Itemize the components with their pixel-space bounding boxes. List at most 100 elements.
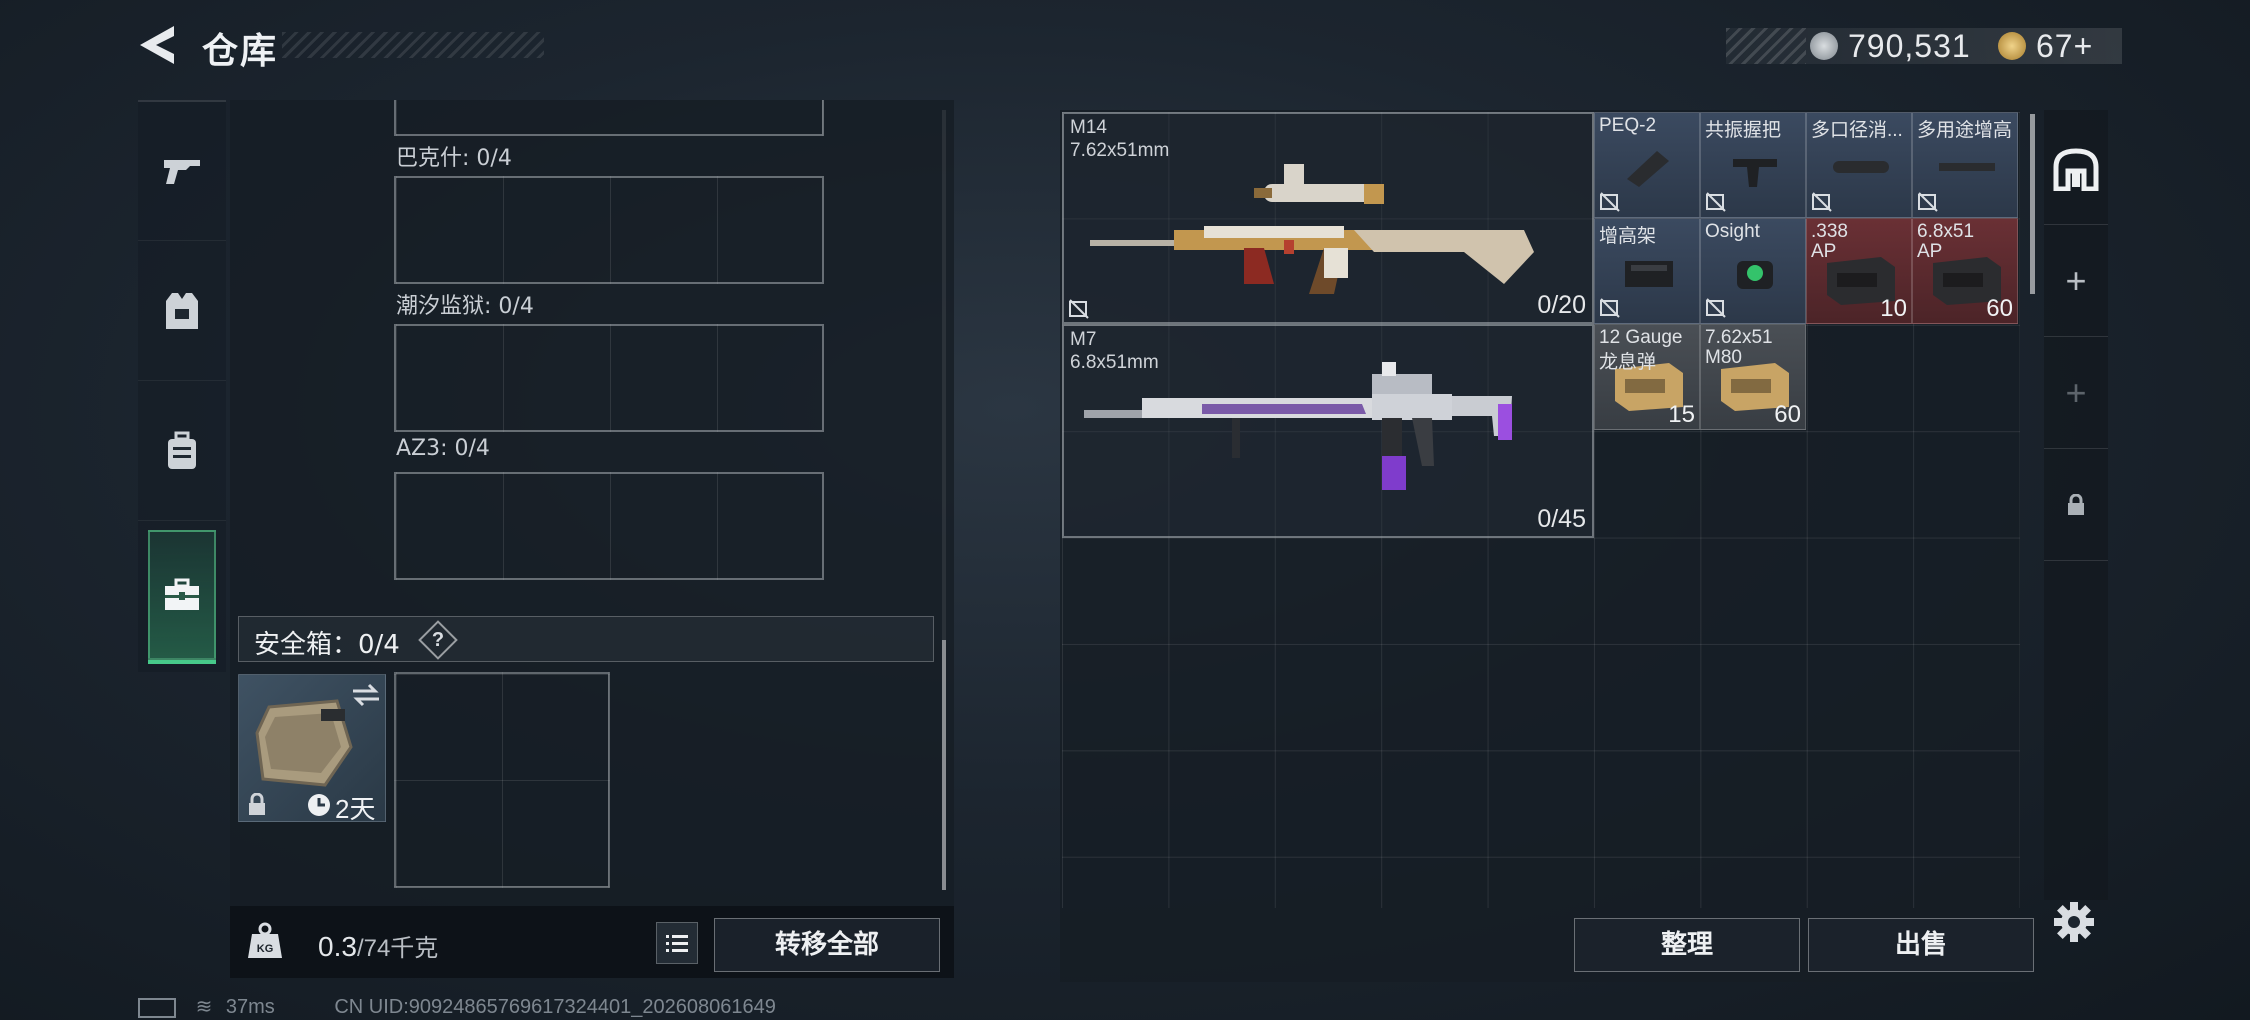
weapon-ammo: 0/20 (1537, 291, 1586, 319)
stash-tab-add-1[interactable]: + (2044, 226, 2108, 337)
item-name: 6.8x51 (1917, 221, 1975, 242)
item-count: 15 (1668, 401, 1695, 428)
weight-capacity: /74千克 (356, 935, 439, 962)
laser-icon (1627, 151, 1669, 187)
stash-item[interactable]: 12 Gauge 龙息弹 15 (1594, 324, 1700, 430)
container-label-1: 巴克什: 0/4 (396, 146, 512, 171)
riser-icon (1625, 261, 1673, 287)
sell-button[interactable]: 出售 (1808, 918, 2034, 972)
ping-text: 37ms (225, 996, 275, 1018)
safebox-label: 安全箱：0/4 (254, 630, 400, 660)
transfer-all-button[interactable]: 转移全部 (714, 918, 940, 972)
stash-item[interactable]: 增高架 (1594, 218, 1700, 324)
gold-amount: 67+ (2036, 28, 2094, 64)
item-count: 60 (1774, 401, 1801, 428)
nav-active-indicator (148, 660, 216, 664)
stash-item[interactable]: 共振握把 (1700, 112, 1806, 218)
riser-mount-icon (1939, 163, 1995, 171)
stash-item[interactable]: Osight (1700, 218, 1806, 324)
no-attachment-icon (1069, 299, 1089, 319)
safebox-item[interactable]: 2天 (238, 674, 386, 824)
weapon-m14[interactable]: M14 7.62x51mm 0/20 (1062, 112, 1594, 324)
wifi-icon: ≋ (195, 996, 213, 1018)
panel-scrollbar[interactable] (942, 640, 946, 890)
stash-tab-locked[interactable] (2044, 450, 2108, 561)
stash-item[interactable]: 7.62x51 M80 60 (1700, 324, 1806, 430)
item-subname: AP (1811, 241, 1837, 262)
stash-item[interactable]: PEQ-2 (1594, 112, 1700, 218)
nav-armor[interactable] (138, 242, 226, 381)
item-name: 增高架 (1599, 226, 1657, 247)
back-button[interactable] (136, 22, 182, 68)
sort-button[interactable]: 整理 (1574, 918, 1800, 972)
weight-icon: KG (246, 922, 284, 960)
stash-item[interactable]: .338 AP 10 (1806, 218, 1912, 324)
item-name: 12 Gauge (1599, 327, 1683, 348)
weapon-m7[interactable]: M7 6.8x51mm 0/45 (1062, 324, 1594, 538)
no-attachment-icon (1706, 192, 1726, 212)
stash-item[interactable]: 多口径消... (1806, 112, 1912, 218)
nav-safebox[interactable] (148, 530, 216, 660)
weapon-name: M14 (1070, 117, 1107, 138)
container-label-3: AZ3: 0/4 (396, 436, 490, 461)
nav-backpack[interactable] (138, 382, 226, 521)
no-attachment-icon (1706, 298, 1726, 318)
item-name: .338 (1811, 221, 1848, 242)
help-icon: ? (431, 629, 445, 651)
toolbox-icon (165, 578, 199, 610)
status-bar: ≋ 37ms CN UID:90924865769617324401_20260… (138, 994, 776, 1019)
item-subname: AP (1917, 241, 1943, 262)
stash-item[interactable]: 多用途增高 (1912, 112, 2018, 218)
swap-icon (353, 683, 379, 707)
plus-icon: + (2065, 260, 2087, 301)
weapon-name: M7 (1070, 329, 1097, 350)
armor-vest-icon (166, 293, 198, 329)
list-view-button[interactable] (656, 922, 698, 964)
uid-text: CN UID:90924865769617324401_202608061649 (334, 996, 776, 1018)
grip-icon (1733, 159, 1777, 187)
container-label-2: 潮汐监狱: 0/4 (396, 294, 534, 319)
no-attachment-icon (1812, 192, 1832, 212)
settings-button[interactable] (2052, 900, 2096, 944)
container-slots-top[interactable] (394, 100, 824, 136)
safebox-slots[interactable] (394, 672, 610, 888)
safebox-case-icon (255, 699, 353, 787)
container-slots-2[interactable] (394, 324, 824, 432)
gear-icon (2054, 902, 2094, 942)
clock-icon (308, 794, 330, 816)
no-attachment-icon (1918, 192, 1938, 212)
battery-icon (138, 997, 176, 1018)
nav-weapons[interactable] (138, 102, 226, 241)
currency-bar: 790,531 67+ (1726, 28, 2122, 64)
item-name: Osight (1705, 221, 1760, 242)
title-decoration (282, 32, 544, 58)
item-name: 多用途增高 (1917, 120, 2013, 141)
plus-icon: + (2065, 372, 2087, 413)
item-name: 多口径消... (1811, 120, 1903, 141)
container-slots-1[interactable] (394, 176, 824, 284)
suppressor-icon (1833, 161, 1889, 173)
silver-coin-icon (1810, 32, 1838, 60)
item-name: PEQ-2 (1599, 115, 1657, 136)
back-arrow-icon (140, 26, 174, 64)
container-slots-3[interactable] (394, 472, 824, 580)
item-count: 10 (1880, 295, 1907, 322)
stash-tab-main[interactable] (2044, 114, 2108, 225)
backpack-icon (168, 431, 196, 469)
pistol-icon (164, 160, 200, 184)
no-attachment-icon (1600, 192, 1620, 212)
stash-item[interactable]: 6.8x51 AP 60 (1912, 218, 2018, 324)
gold-coin-icon (1998, 32, 2026, 60)
lock-icon (249, 793, 265, 815)
item-subname: M80 (1705, 347, 1742, 368)
stash-scrollbar[interactable] (2030, 114, 2035, 294)
stash-tab-add-2[interactable]: + (2044, 338, 2108, 449)
lock-icon (2068, 494, 2084, 515)
weapon-ammo: 0/45 (1537, 505, 1586, 533)
weight-current: 0.3 (318, 931, 357, 962)
page-title: 仓库 (202, 31, 279, 72)
list-icon (666, 935, 688, 952)
no-attachment-icon (1600, 298, 1620, 318)
item-name: 共振握把 (1705, 120, 1782, 141)
item-count: 60 (1986, 295, 2013, 322)
